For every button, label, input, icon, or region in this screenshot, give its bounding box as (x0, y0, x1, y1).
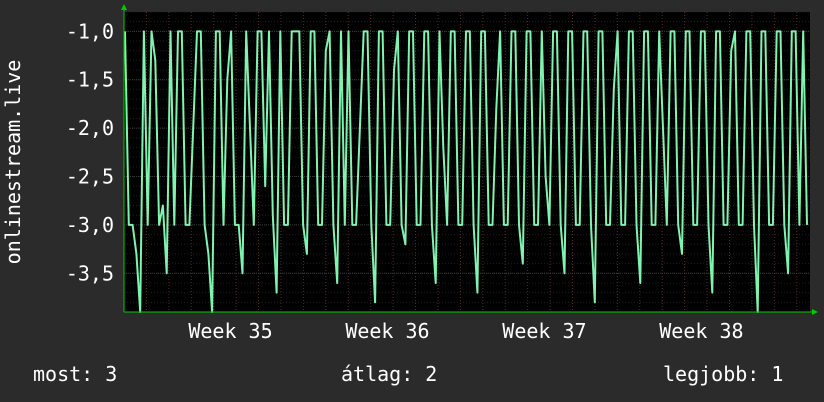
y-tick-label: -3,0 (66, 213, 114, 237)
stat-average-value: 2 (425, 362, 438, 386)
stat-current-value: 3 (105, 362, 118, 386)
stat-best-label: legjobb: (663, 362, 760, 386)
stat-best-value: 1 (771, 362, 784, 386)
x-tick-label: Week 37 (502, 319, 586, 343)
x-tick-label: Week 36 (345, 319, 429, 343)
stat-average-label: átlag: (341, 362, 414, 386)
y-tick-label: -2,0 (66, 116, 114, 140)
stat-current-label: most: (33, 362, 94, 386)
y-tick-label: -2,5 (66, 165, 114, 189)
chart: -1,0 -1,5 -2,0 -2,5 -3,0 -3,5 Week 35 Week 36 We… (1, 4, 818, 343)
x-tick-label: Week 38 (659, 319, 743, 343)
stat-average: átlag: 2 (341, 362, 437, 386)
y-tick-label: -1,0 (66, 19, 114, 43)
y-axis-label: onlinestream.live (1, 60, 25, 265)
stat-best: legjobb: 1 (663, 362, 783, 386)
y-tick-label: -1,5 (66, 68, 114, 92)
stat-current: most: 3 (33, 362, 117, 386)
x-tick-label: Week 35 (188, 319, 272, 343)
x-axis-arrow (812, 309, 818, 315)
y-tick-label: -3,5 (66, 261, 114, 285)
y-axis-arrow (121, 4, 127, 10)
